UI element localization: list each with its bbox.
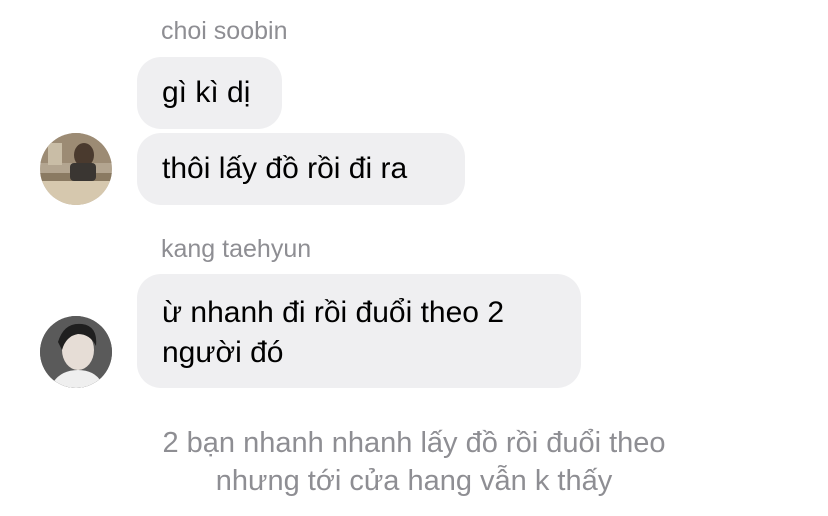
avatar-image [40, 133, 112, 205]
message-bubble[interactable]: thôi lấy đồ rồi đi ra [137, 133, 465, 205]
message-text-line: người đó [162, 336, 284, 369]
message-text: gì kì dị [162, 76, 251, 109]
message-bubble[interactable]: ừ nhanh đi rồi đuổi theo 2 người đó [137, 274, 581, 388]
narration-line: 2 bạn nhanh nhanh lấy đồ rồi đuổi theo [162, 427, 666, 459]
avatar[interactable] [40, 133, 112, 205]
avatar[interactable] [40, 316, 112, 388]
message-bubble[interactable]: gì kì dị [137, 57, 282, 129]
sender-name: kang taehyun [161, 235, 312, 263]
message-text: thôi lấy đồ rồi đi ra [162, 152, 408, 185]
message-text-line: ừ nhanh đi rồi đuổi theo 2 [162, 296, 504, 329]
narration-text: 2 bạn nhanh nhanh lấy đồ rồi đuổi theo n… [0, 424, 828, 500]
narration-line: nhưng tới cửa hang vẫn k thấy [215, 465, 613, 497]
avatar-image [40, 316, 112, 388]
sender-name: choi soobin [161, 17, 288, 45]
